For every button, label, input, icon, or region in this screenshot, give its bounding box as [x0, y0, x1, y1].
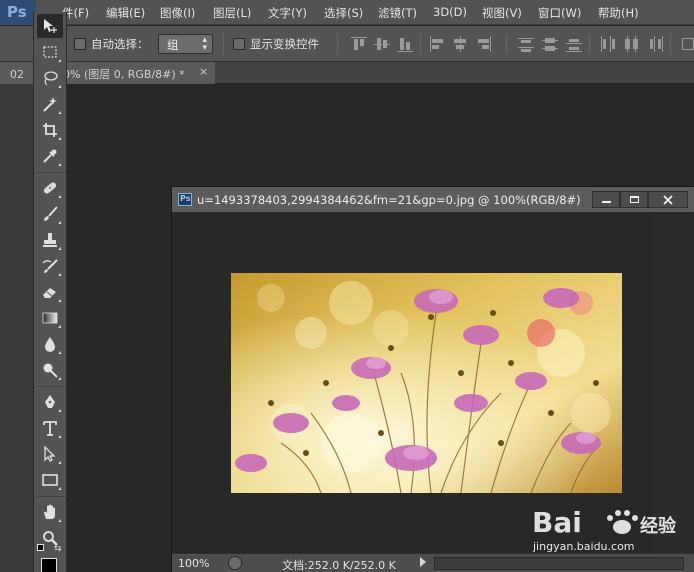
options-separator [337, 34, 338, 54]
distribute-left-icon[interactable] [598, 35, 616, 53]
path-selection-tool-icon[interactable] [37, 442, 63, 466]
document-tab-strip: 02 50% (图层 0, RGB/8#) * × [0, 62, 694, 84]
menu-edit[interactable]: 编辑(E) [106, 5, 145, 21]
align-right-icon[interactable] [474, 35, 492, 53]
watermark-url: jingyan.baidu.com [533, 540, 635, 553]
align-vcenter-icon[interactable] [373, 35, 391, 53]
healing-brush-tool-icon[interactable] [37, 176, 63, 200]
baidu-paw-icon [607, 510, 638, 534]
foreground-color-swatch[interactable] [41, 558, 57, 572]
align-top-icon[interactable] [350, 35, 368, 53]
menu-filter[interactable]: 滤镜(T) [378, 5, 417, 21]
align-left-icon[interactable] [428, 35, 446, 53]
blur-tool-icon[interactable] [37, 332, 63, 356]
dodge-tool-icon[interactable] [37, 358, 63, 382]
watermark-brand: Bai [532, 506, 582, 539]
distribute-top-icon[interactable] [517, 35, 535, 53]
auto-select-dropdown[interactable]: 组 ▴ ▾ [158, 34, 213, 54]
document-tab-title: 50% (图层 0, RGB/8#) * [56, 68, 185, 81]
options-separator [223, 34, 224, 54]
default-colors-icon[interactable] [37, 544, 44, 551]
swap-colors-icon[interactable]: ⇆ [54, 544, 62, 554]
maximize-button[interactable] [620, 191, 648, 208]
photoshop-doc-icon: Ps [178, 193, 192, 206]
menu-help[interactable]: 帮助(H) [598, 5, 639, 21]
pen-tool-icon[interactable] [37, 390, 63, 414]
tools-separator [37, 386, 65, 387]
menu-3d[interactable]: 3D(D) [433, 5, 467, 19]
gradient-tool-icon[interactable] [37, 306, 63, 330]
tools-panel: ⇆ [33, 12, 67, 572]
photoshop-window: Ps 件(F) 编辑(E) 图像(I) 图层(L) 文字(Y) 选择(S) 滤镜… [0, 0, 694, 572]
options-separator [420, 34, 421, 54]
options-separator [589, 34, 590, 54]
tools-separator [37, 172, 65, 173]
watermark-brand-suffix: 经验 [640, 515, 677, 537]
close-button[interactable] [648, 191, 688, 208]
color-swatches[interactable]: ⇆ [37, 544, 65, 572]
ps-logo-text: Ps [7, 3, 27, 21]
hand-tool-icon[interactable] [37, 500, 63, 524]
document-tab-close-icon[interactable]: × [199, 65, 208, 78]
menu-view[interactable]: 视图(V) [482, 5, 522, 21]
distribute-hcenter-icon[interactable] [622, 35, 640, 53]
minimize-button[interactable] [592, 191, 620, 208]
flower-photo [231, 273, 622, 493]
crop-tool-icon[interactable] [37, 118, 63, 142]
tools-separator [37, 496, 65, 497]
move-tool-icon[interactable] [37, 14, 63, 38]
align-hcenter-icon[interactable] [451, 35, 469, 53]
rectangle-tool-icon[interactable] [37, 468, 63, 492]
minimize-icon [602, 201, 611, 203]
panel-strip [0, 62, 34, 572]
magic-wand-tool-icon[interactable] [37, 92, 63, 116]
status-info-icon[interactable] [228, 556, 242, 570]
document-size-info: 文档:252.0 K/252.0 K [282, 559, 396, 572]
options-bar: 自动选择： 组 ▴ ▾ 显示变换控件 [0, 26, 694, 62]
ps-badge-text: Ps [180, 194, 191, 203]
clone-stamp-tool-icon[interactable] [37, 228, 63, 252]
distribute-vcenter-icon[interactable] [541, 35, 559, 53]
status-menu-arrow-icon[interactable] [420, 557, 426, 567]
document-tab-prefix: 02 [10, 68, 24, 81]
menu-bar: Ps 件(F) 编辑(E) 图像(I) 图层(L) 文字(Y) 选择(S) 滤镜… [0, 0, 694, 25]
type-tool-icon[interactable] [37, 416, 63, 440]
distribute-right-icon[interactable] [646, 35, 664, 53]
auto-select-checkbox[interactable] [74, 38, 86, 50]
distribute-bottom-icon[interactable] [565, 35, 583, 53]
auto-align-icon[interactable] [680, 35, 694, 53]
options-separator [506, 34, 507, 54]
menu-image[interactable]: 图像(I) [160, 5, 195, 21]
zoom-level[interactable]: 100% [178, 557, 209, 570]
eraser-tool-icon[interactable] [37, 280, 63, 304]
auto-select-label: 自动选择： [91, 37, 149, 51]
menu-type[interactable]: 文字(Y) [268, 5, 307, 21]
horizontal-scrollbar[interactable] [434, 557, 684, 570]
document-title: u=1493378403,2994384462&fm=21&gp=0.jpg @… [197, 193, 581, 207]
align-bottom-icon[interactable] [396, 35, 414, 53]
menu-window[interactable]: 窗口(W) [538, 5, 581, 21]
document-title-bar[interactable]: Ps u=1493378403,2994384462&fm=21&gp=0.jp… [172, 187, 694, 213]
history-brush-tool-icon[interactable] [37, 254, 63, 278]
show-transform-label: 显示变换控件 [250, 37, 319, 51]
maximize-icon [630, 196, 639, 203]
menu-layer[interactable]: 图层(L) [213, 5, 251, 21]
lasso-tool-icon[interactable] [37, 66, 63, 90]
ps-logo: Ps [0, 0, 36, 25]
show-transform-checkbox[interactable] [233, 38, 245, 50]
menu-select[interactable]: 选择(S) [324, 5, 363, 21]
close-icon [663, 195, 673, 205]
dropdown-arrows-icon: ▴ ▾ [202, 35, 207, 53]
marquee-tool-icon[interactable] [37, 40, 63, 64]
options-separator [670, 34, 671, 54]
brush-tool-icon[interactable] [37, 202, 63, 226]
auto-select-value: 组 [167, 38, 179, 52]
eyedropper-tool-icon[interactable] [37, 144, 63, 168]
